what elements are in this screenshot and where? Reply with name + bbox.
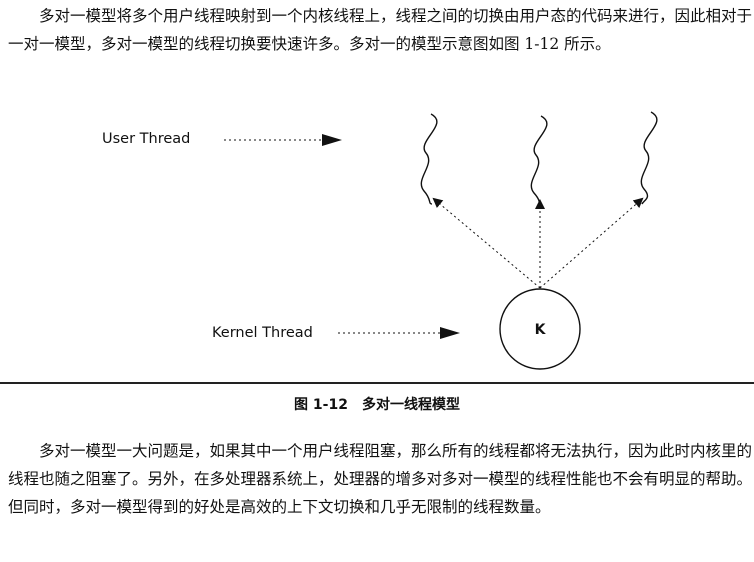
user-thread-pointer-arrow (322, 134, 342, 146)
mapping-arrow-left (432, 197, 541, 289)
user-thread-label: User Thread (102, 131, 190, 147)
figure-divider (0, 382, 754, 384)
user-thread-wave-2 (530, 115, 548, 207)
mapping-arrow-right (539, 197, 644, 289)
body-paragraph: 多对一模型一大问题是，如果其中一个用户线程阻塞，那么所有的线程都将无法执行，因为… (8, 442, 753, 516)
kernel-thread-pointer-arrow (440, 327, 460, 339)
many-to-one-diagram: User Thread K Kernel Thread (102, 111, 658, 370)
intro-paragraph: 多对一模型将多个用户线程映射到一个内核线程上，线程之间的切换由用户态的代码来进行… (8, 7, 753, 53)
kernel-thread-label: Kernel Thread (212, 325, 313, 341)
user-thread-wave-3 (640, 111, 658, 205)
user-thread-wave-1 (420, 113, 438, 205)
figure-caption: 图 1-12 多对一线程模型 (294, 397, 460, 413)
kernel-node-label: K (535, 322, 547, 338)
